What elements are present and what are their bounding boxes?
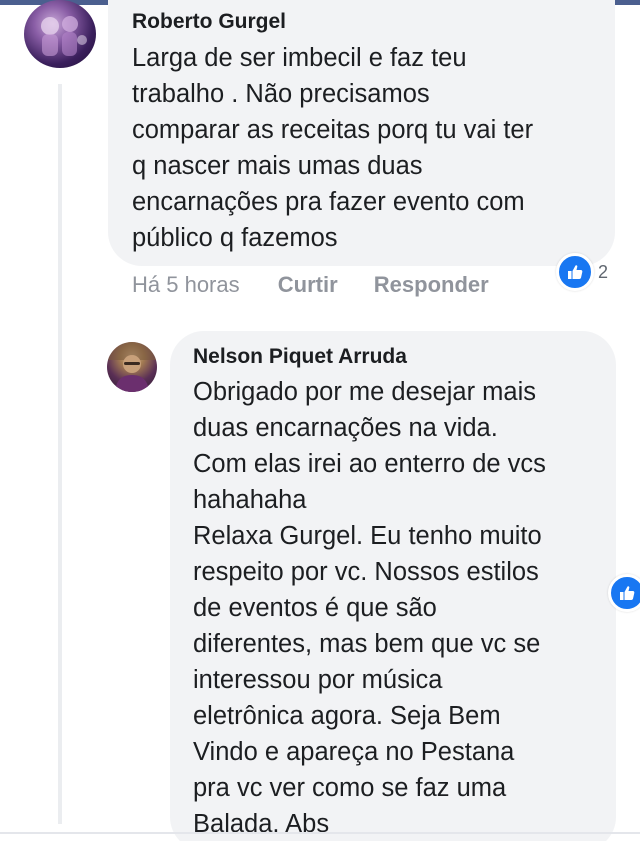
comment-line: duas encarnações na vida. <box>193 414 498 442</box>
avatar[interactable] <box>107 342 157 392</box>
comment-thread: Roberto Gurgel Larga de ser imbecil e fa… <box>0 0 640 841</box>
comment-line: encarnações pra fazer evento com <box>132 188 525 216</box>
comment-line: Com elas irei ao enterro de vcs <box>193 450 546 478</box>
comment-text: Larga de ser imbecil e faz teu trabalho … <box>132 40 533 256</box>
comment-line: Balada. Abs <box>193 810 330 838</box>
comment-line: público q fazemos <box>132 224 338 252</box>
comment-line: diferentes, mas bem que vc se <box>193 630 541 658</box>
comment-line: q nascer mais umas duas <box>132 152 423 180</box>
comment-line: interessou por música <box>193 666 443 694</box>
comment-timestamp[interactable]: Há 5 horas <box>132 272 240 297</box>
like-icon <box>556 253 594 291</box>
reaction-count: 2 <box>598 261 609 282</box>
reaction-summary[interactable] <box>608 574 640 612</box>
like-button[interactable]: Curtir <box>278 272 338 297</box>
avatar[interactable] <box>24 0 96 68</box>
comment-author[interactable]: Roberto Gurgel <box>132 10 286 34</box>
divider <box>0 832 640 834</box>
comment-line: eletrônica agora. Seja Bem <box>193 702 501 730</box>
comment-line: pra vc ver como se faz uma <box>193 774 507 802</box>
comment-line: Obrigado por me desejar mais <box>193 378 536 406</box>
reaction-summary[interactable]: 2 <box>556 253 609 291</box>
comment-line: respeito por vc. Nossos estilos <box>193 558 539 586</box>
comment-line: de eventos é que são <box>193 594 437 622</box>
like-icon <box>608 574 640 612</box>
comment-line: Larga de ser imbecil e faz teu <box>132 44 467 72</box>
comment-line: Relaxa Gurgel. Eu tenho muito <box>193 522 542 550</box>
reply-button[interactable]: Responder <box>374 272 489 297</box>
comment-line: hahahaha <box>193 486 307 514</box>
comment-author[interactable]: Nelson Piquet Arruda <box>193 345 407 369</box>
comment-line: Vindo e apareça no Pestana <box>193 738 515 766</box>
comment-text: Obrigado por me desejar mais duas encarn… <box>193 374 546 841</box>
comment-actions: Há 5 horas Curtir Responder <box>132 272 519 298</box>
thread-line <box>58 84 62 824</box>
comment-line: trabalho . Não precisamos <box>132 80 430 108</box>
comment-line: comparar as receitas porq tu vai ter <box>132 116 534 144</box>
